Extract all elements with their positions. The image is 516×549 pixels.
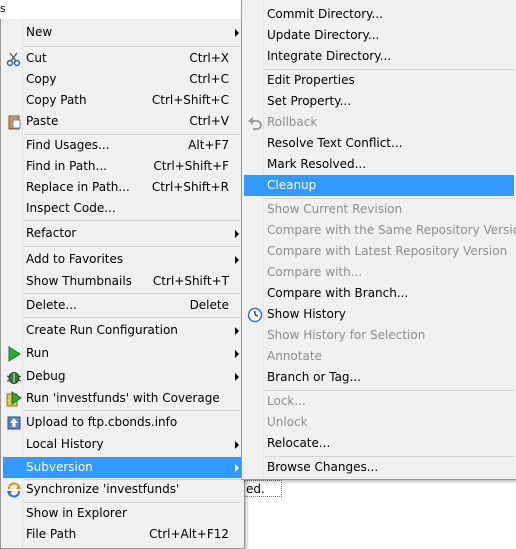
menu-item-compare-latest-repository-version[interactable]: Compare with Latest Repository Version (244, 241, 514, 262)
menu-item-upload[interactable]: Upload to ftp.cbonds.info (3, 412, 241, 433)
menu-item-edit-properties[interactable]: Edit Properties (244, 70, 514, 91)
menu-item-cut[interactable]: Cut Ctrl+X (3, 48, 241, 69)
menu-item-compare-same-repository-version[interactable]: Compare with the Same Repository Version (244, 220, 516, 241)
menu-item-show-history[interactable]: Show History (244, 304, 514, 325)
menu-item-show-current-revision[interactable]: Show Current Revision (244, 199, 514, 220)
menu-item-debug[interactable]: Debug (3, 366, 241, 387)
menu-item-run[interactable]: Run (3, 343, 241, 364)
submenu-arrow-icon (235, 373, 239, 381)
submenu-arrow-icon (235, 230, 239, 238)
menu-item-show-history-for-selection[interactable]: Show History for Selection (244, 325, 514, 346)
menu-item-relocate[interactable]: Relocate... (244, 433, 514, 454)
menu-item-replace-in-path[interactable]: Replace in Path... Ctrl+Shift+R (3, 177, 241, 198)
run-play-icon (6, 346, 22, 362)
menu-item-new[interactable]: New (3, 22, 241, 43)
menu-item-resolve-text-conflict[interactable]: Resolve Text Conflict... (244, 133, 514, 154)
separator (24, 46, 240, 47)
menu-item-subversion[interactable]: Subversion (3, 457, 241, 478)
rollback-undo-icon (247, 115, 263, 131)
menu-item-add-to-favorites[interactable]: Add to Favorites (3, 249, 241, 270)
clipboard-icon (6, 114, 22, 130)
background-text: s (0, 2, 6, 15)
menu-item-find-in-path[interactable]: Find in Path... Ctrl+Shift+F (3, 156, 241, 177)
debug-bug-icon (6, 369, 22, 385)
menu-item-find-usages[interactable]: Find Usages... Alt+F7 (3, 135, 241, 156)
submenu-arrow-icon (235, 441, 239, 449)
menu-item-unlock[interactable]: Unlock (244, 412, 514, 433)
submenu-arrow-icon (235, 29, 239, 37)
menu-item-rollback[interactable]: Rollback (244, 112, 514, 133)
background-tree-row: s (0, 0, 30, 21)
scissors-icon (6, 51, 22, 67)
separator (24, 220, 240, 221)
menu-item-cleanup[interactable]: Cleanup (244, 175, 514, 196)
history-clock-icon (247, 307, 263, 323)
menu-item-update-directory[interactable]: Update Directory... (244, 25, 514, 46)
menu-item-show-in-explorer[interactable]: Show in Explorer (3, 503, 241, 524)
separator (24, 246, 240, 247)
menu-item-commit-directory[interactable]: Commit Directory... (244, 4, 514, 25)
submenu-arrow-icon (235, 327, 239, 335)
menu-item-show-thumbnails[interactable]: Show Thumbnails Ctrl+Shift+T (3, 271, 241, 292)
menu-item-paste[interactable]: Paste Ctrl+V (3, 111, 241, 132)
separator (24, 410, 240, 411)
synchronize-icon (6, 482, 22, 498)
menu-item-integrate-directory[interactable]: Integrate Directory... (244, 46, 514, 67)
separator (24, 317, 240, 318)
menu-item-annotate[interactable]: Annotate (244, 346, 514, 367)
menu-item-browse-changes[interactable]: Browse Changes... (244, 457, 514, 478)
menu-item-set-property[interactable]: Set Property... (244, 91, 514, 112)
menu-item-branch-or-tag[interactable]: Branch or Tag... (244, 367, 514, 388)
menu-item-run-with-coverage[interactable]: Run 'investfunds' with Coverage (3, 388, 241, 409)
separator (24, 293, 240, 294)
coverage-icon (6, 391, 22, 407)
menu-item-copy[interactable]: Copy Ctrl+C (3, 69, 241, 90)
submenu-arrow-icon (235, 350, 239, 358)
menu-item-mark-resolved[interactable]: Mark Resolved... (244, 154, 514, 175)
menu-item-lock[interactable]: Lock... (244, 391, 514, 412)
subversion-submenu: Commit Directory... Update Directory... … (241, 0, 516, 480)
menu-item-compare-with-branch[interactable]: Compare with Branch... (244, 283, 514, 304)
submenu-arrow-icon (235, 256, 239, 264)
menu-item-delete[interactable]: Delete... Delete (3, 295, 241, 316)
menu-item-local-history[interactable]: Local History (3, 434, 241, 455)
menu-item-file-path[interactable]: File Path Ctrl+Alt+F12 (3, 524, 241, 545)
submenu-arrow-icon (235, 464, 239, 472)
project-context-menu: New Cut Ctrl+X Copy Ctrl+C Copy Path Ctr… (0, 19, 245, 549)
menu-item-copy-path[interactable]: Copy Path Ctrl+Shift+C (3, 90, 241, 111)
menu-item-refactor[interactable]: Refactor (3, 223, 241, 244)
menu-item-inspect-code[interactable]: Inspect Code... (3, 198, 241, 219)
menu-item-compare-with[interactable]: Compare with... (244, 262, 514, 283)
menu-item-synchronize[interactable]: Synchronize 'investfunds' (3, 479, 241, 500)
upload-icon (6, 415, 22, 431)
menu-item-create-run-configuration[interactable]: Create Run Configuration (3, 320, 241, 341)
